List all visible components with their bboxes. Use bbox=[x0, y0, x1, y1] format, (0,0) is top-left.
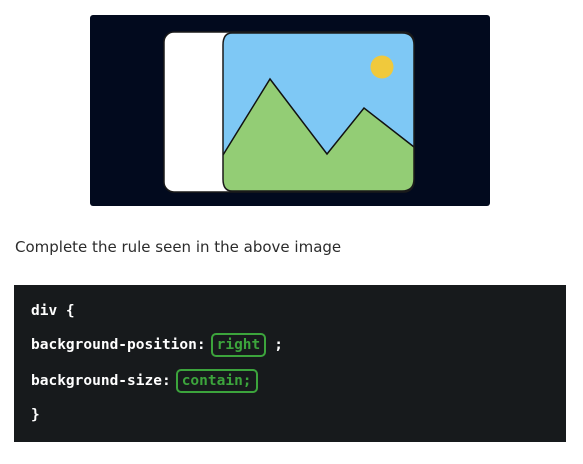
answer-slot-position[interactable]: right bbox=[210, 333, 267, 357]
preview-image bbox=[90, 15, 490, 206]
code-block: div { background-position: right ; backg… bbox=[14, 285, 566, 442]
code-line-position: background-position: right ; bbox=[31, 333, 283, 357]
selector-text: div { bbox=[31, 303, 75, 319]
image-landscape-icon bbox=[163, 31, 415, 193]
code-line-selector: div { bbox=[31, 299, 75, 323]
code-line-close: } bbox=[31, 403, 40, 427]
question-prompt: Complete the rule seen in the above imag… bbox=[15, 238, 342, 256]
answer-slot-size[interactable]: contain; bbox=[175, 369, 258, 393]
semicolon: ; bbox=[274, 337, 283, 353]
code-line-size: background-size: contain; bbox=[31, 369, 258, 393]
closing-brace: } bbox=[31, 407, 40, 423]
property-size: background-size: bbox=[31, 373, 171, 389]
property-position: background-position: bbox=[31, 337, 206, 353]
